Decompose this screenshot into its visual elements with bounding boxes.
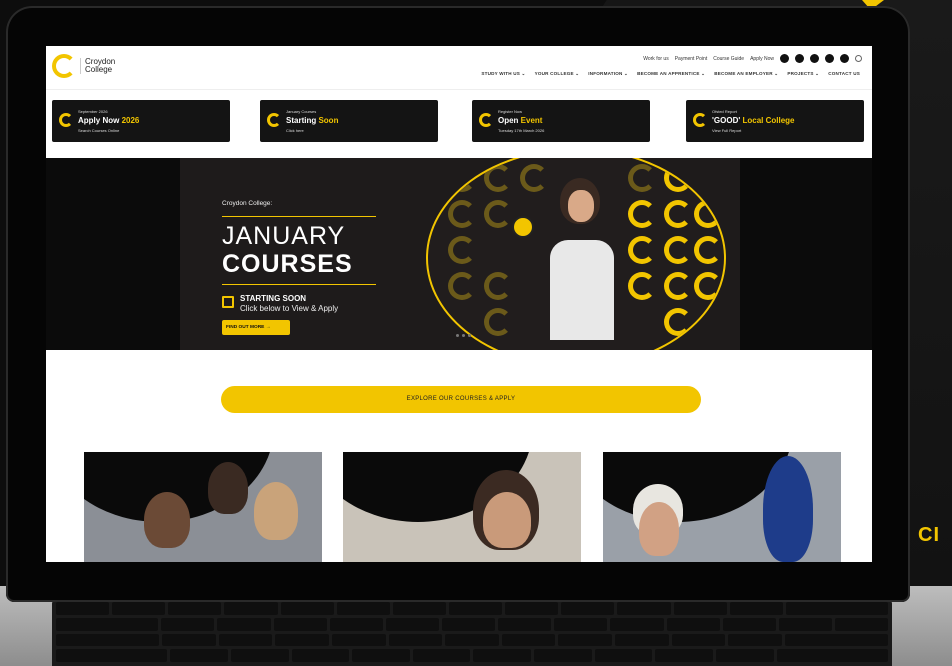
- hero-kicker: Croydon College:: [222, 200, 273, 207]
- promo-title: 'GOOD' Local College: [712, 116, 795, 125]
- course-card-1[interactable]: [84, 452, 322, 562]
- student-face: [568, 190, 594, 222]
- hero-starting-soon: STARTING SOON: [240, 294, 307, 303]
- logo-c-icon: [267, 113, 281, 127]
- promo-starting-soon[interactable]: January Courses Starting Soon Click here: [260, 100, 438, 142]
- linkedin-icon[interactable]: [825, 54, 834, 63]
- hero-title-line2: COURSES: [222, 250, 353, 278]
- nav-information[interactable]: INFORMATION ⌄: [588, 71, 628, 77]
- laptop-scene: CI Croydon College Work for us Payment P…: [0, 0, 952, 666]
- student-photo: [254, 482, 298, 540]
- keyboard: [52, 598, 892, 666]
- promo-sub: View Full Report: [712, 128, 742, 133]
- carousel-dots[interactable]: [456, 334, 471, 337]
- hero-image-circle: [426, 158, 726, 350]
- promo-apply-now[interactable]: September 2026 Apply Now 2026 Search Cou…: [52, 100, 230, 142]
- promo-sub: Click here: [286, 128, 304, 133]
- link-apply-now[interactable]: Apply Now: [750, 56, 774, 62]
- promo-small: Ofsted Report: [712, 109, 737, 114]
- promo-title: Starting Soon: [286, 116, 339, 125]
- facebook-icon[interactable]: [780, 54, 789, 63]
- logo-c-icon: [693, 113, 707, 127]
- student-photo: [144, 492, 190, 548]
- promo-small: September 2026: [78, 109, 108, 114]
- nav-projects[interactable]: PROJECTS ⌄: [787, 71, 819, 77]
- promo-sub: Tuesday 17th March 2026: [498, 128, 545, 133]
- promo-open-event[interactable]: Register Now Open Event Tuesday 17th Mar…: [472, 100, 650, 142]
- logo-c-icon: [479, 113, 493, 127]
- nav-contact-us[interactable]: CONTACT US: [828, 71, 860, 77]
- nav-study-with-us[interactable]: STUDY WITH US ⌄: [481, 71, 525, 77]
- explore-courses-button[interactable]: EXPLORE OUR COURSES & APPLY: [221, 386, 701, 413]
- alarm-clock-icon: [512, 216, 534, 238]
- promo-ofsted[interactable]: Ofsted Report 'GOOD' Local College View …: [686, 100, 864, 142]
- logo-c-icon: [59, 113, 73, 127]
- promo-title: Apply Now 2026: [78, 116, 140, 125]
- background-text: CI: [918, 524, 940, 546]
- promo-small: Register Now: [498, 109, 523, 114]
- link-payment-point[interactable]: Payment Point: [675, 56, 708, 62]
- divider: [222, 216, 376, 217]
- nav-your-college[interactable]: YOUR COLLEGE ⌄: [535, 71, 580, 77]
- search-icon[interactable]: [855, 55, 862, 62]
- promo-small: January Courses: [286, 109, 317, 114]
- link-course-guide[interactable]: Course Guide: [713, 56, 744, 62]
- course-card-3[interactable]: [603, 452, 841, 562]
- site-header: Croydon College Work for us Payment Poin…: [46, 46, 872, 90]
- logo-text: Croydon College: [80, 58, 115, 74]
- main-nav: STUDY WITH US ⌄ YOUR COLLEGE ⌄ INFORMATI…: [481, 71, 860, 77]
- student-face: [639, 502, 679, 556]
- student-face: [483, 492, 531, 548]
- tiktok-icon[interactable]: [840, 54, 849, 63]
- logo-line2: College: [85, 65, 113, 74]
- promo-strip: September 2026 Apply Now 2026 Search Cou…: [46, 90, 872, 155]
- link-work-for-us[interactable]: Work for us: [643, 56, 668, 62]
- nav-become-employer[interactable]: BECOME AN EMPLOYER ⌄: [714, 71, 778, 77]
- hero-banner: Croydon College: JANUARY COURSES STARTIN…: [46, 158, 872, 350]
- top-links: Work for us Payment Point Course Guide A…: [643, 54, 862, 63]
- hero-click-text: Click below to View & Apply: [240, 304, 339, 313]
- youtube-icon[interactable]: [810, 54, 819, 63]
- logo-c-icon: [52, 54, 76, 78]
- promo-title: Open Event: [498, 116, 543, 125]
- student-body: [550, 240, 614, 340]
- promo-sub: Search Courses Online: [78, 128, 120, 133]
- instagram-icon[interactable]: [795, 54, 804, 63]
- hero-panel: Croydon College: JANUARY COURSES STARTIN…: [180, 158, 740, 350]
- find-out-more-button[interactable]: FIND OUT MORE →: [222, 320, 290, 335]
- course-card-2[interactable]: [343, 452, 581, 562]
- website-screen: Croydon College Work for us Payment Poin…: [46, 46, 872, 562]
- overalls-photo: [763, 456, 813, 562]
- divider: [222, 284, 376, 285]
- college-logo[interactable]: Croydon College: [52, 54, 115, 78]
- hero-title-line1: JANUARY: [222, 222, 346, 250]
- calendar-icon: [222, 296, 234, 308]
- student-photo: [208, 462, 248, 514]
- nav-become-apprentice[interactable]: BECOME AN APPRENTICE ⌄: [637, 71, 705, 77]
